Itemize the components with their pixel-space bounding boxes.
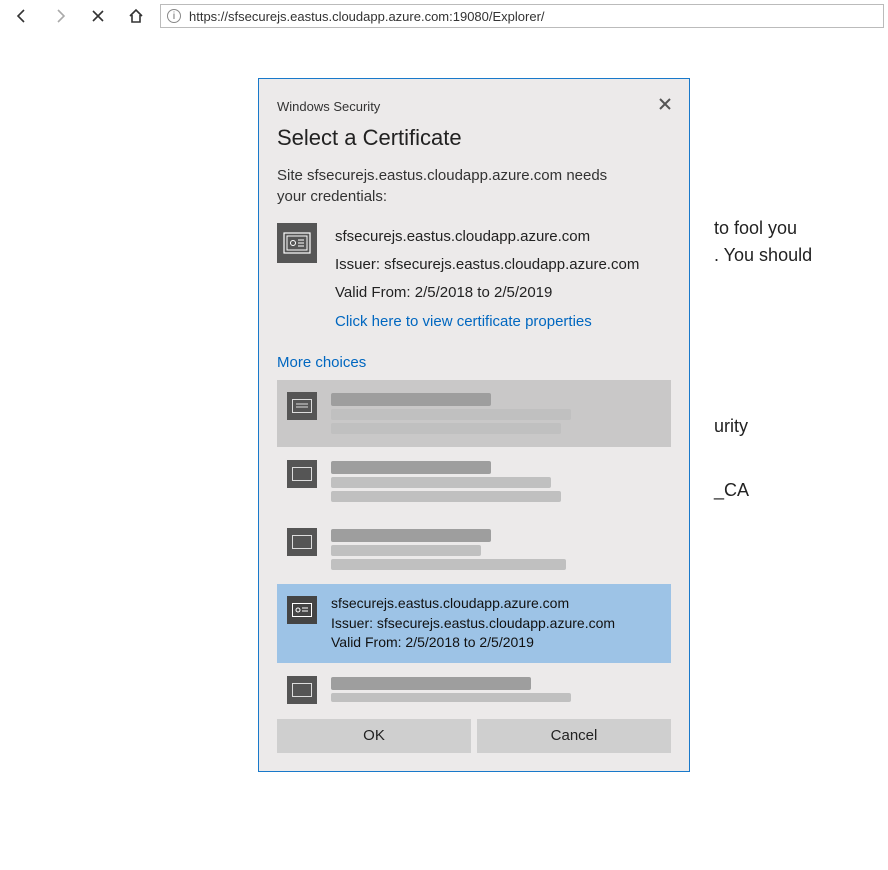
cert-option-blurred[interactable] — [277, 664, 671, 707]
cert-option-selected[interactable]: sfsecurejs.eastus.cloudapp.azure.com Iss… — [277, 584, 671, 663]
dialog-title: Select a Certificate — [277, 125, 671, 151]
certificate-icon — [287, 528, 317, 556]
background-text: _CA — [714, 480, 749, 501]
certificate-icon — [287, 596, 317, 624]
home-button[interactable] — [118, 2, 154, 30]
back-button[interactable] — [4, 2, 40, 30]
cert-option-blurred[interactable] — [277, 516, 671, 583]
dialog-message: Site sfsecurejs.eastus.cloudapp.azure.co… — [277, 165, 637, 207]
certificate-icon — [277, 223, 317, 263]
dialog-brand: Windows Security — [277, 99, 380, 114]
cert-issuer: Issuer: sfsecurejs.eastus.cloudapp.azure… — [335, 251, 639, 279]
more-choices-link[interactable]: More choices — [277, 354, 366, 371]
cert-valid: Valid From: 2/5/2018 to 2/5/2019 — [331, 633, 615, 653]
cert-properties-link[interactable]: Click here to view certificate propertie… — [335, 308, 592, 336]
certificate-icon — [287, 392, 317, 420]
cert-option-blurred[interactable] — [277, 380, 671, 447]
background-text: urity — [714, 416, 748, 437]
ok-button[interactable]: OK — [277, 719, 471, 753]
close-button[interactable] — [659, 97, 671, 115]
cert-subject: sfsecurejs.eastus.cloudapp.azure.com — [335, 223, 639, 251]
cert-valid: Valid From: 2/5/2018 to 2/5/2019 — [335, 279, 639, 307]
certificate-icon — [287, 460, 317, 488]
cert-subject: sfsecurejs.eastus.cloudapp.azure.com — [331, 594, 615, 614]
cancel-button[interactable]: Cancel — [477, 719, 671, 753]
certificate-icon — [287, 676, 317, 704]
address-bar[interactable]: i https://sfsecurejs.eastus.cloudapp.azu… — [160, 4, 884, 28]
background-text: to fool you. You should — [714, 215, 812, 269]
url-text: https://sfsecurejs.eastus.cloudapp.azure… — [189, 9, 545, 24]
site-info-icon[interactable]: i — [167, 9, 181, 23]
stop-button[interactable] — [80, 2, 116, 30]
forward-button[interactable] — [42, 2, 78, 30]
browser-toolbar: i https://sfsecurejs.eastus.cloudapp.azu… — [0, 0, 888, 32]
cert-dialog: Windows Security Select a Certificate Si… — [258, 78, 690, 772]
cert-issuer: Issuer: sfsecurejs.eastus.cloudapp.azure… — [331, 614, 615, 634]
cert-option-blurred[interactable] — [277, 448, 671, 515]
primary-cert: sfsecurejs.eastus.cloudapp.azure.com Iss… — [277, 223, 671, 336]
